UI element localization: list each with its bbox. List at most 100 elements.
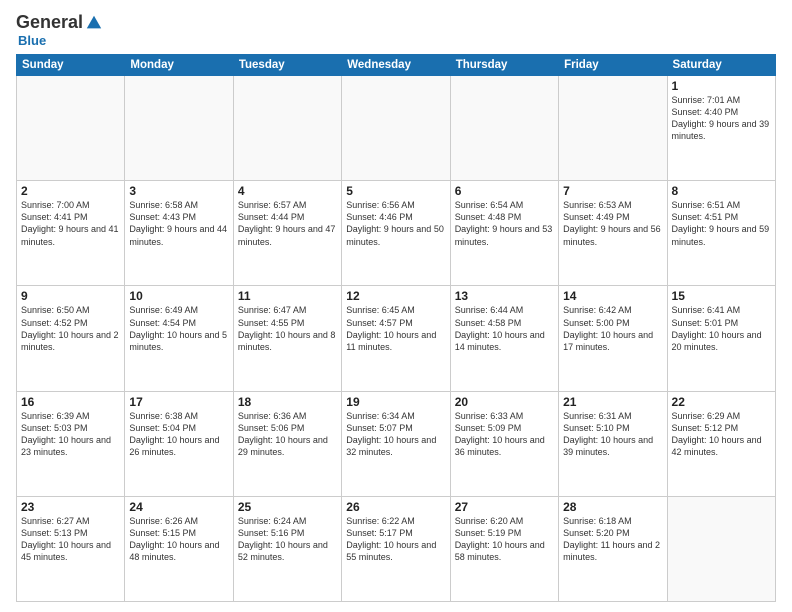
calendar-cell: 10Sunrise: 6:49 AM Sunset: 4:54 PM Dayli… xyxy=(125,286,233,391)
cell-text: Sunrise: 7:01 AM Sunset: 4:40 PM Dayligh… xyxy=(672,94,771,143)
calendar-cell: 19Sunrise: 6:34 AM Sunset: 5:07 PM Dayli… xyxy=(342,391,450,496)
day-number: 10 xyxy=(129,289,228,303)
calendar-cell: 17Sunrise: 6:38 AM Sunset: 5:04 PM Dayli… xyxy=(125,391,233,496)
calendar-cell: 13Sunrise: 6:44 AM Sunset: 4:58 PM Dayli… xyxy=(450,286,558,391)
cell-text: Sunrise: 6:56 AM Sunset: 4:46 PM Dayligh… xyxy=(346,199,445,248)
calendar-cell: 11Sunrise: 6:47 AM Sunset: 4:55 PM Dayli… xyxy=(233,286,341,391)
cell-text: Sunrise: 6:44 AM Sunset: 4:58 PM Dayligh… xyxy=(455,304,554,353)
calendar-week-row: 2Sunrise: 7:00 AM Sunset: 4:41 PM Daylig… xyxy=(17,181,776,286)
day-header-saturday: Saturday xyxy=(667,55,775,76)
calendar-cell: 6Sunrise: 6:54 AM Sunset: 4:48 PM Daylig… xyxy=(450,181,558,286)
calendar-cell: 23Sunrise: 6:27 AM Sunset: 5:13 PM Dayli… xyxy=(17,496,125,601)
cell-text: Sunrise: 6:22 AM Sunset: 5:17 PM Dayligh… xyxy=(346,515,445,564)
day-number: 26 xyxy=(346,500,445,514)
calendar-cell: 21Sunrise: 6:31 AM Sunset: 5:10 PM Dayli… xyxy=(559,391,667,496)
calendar-cell xyxy=(125,76,233,181)
day-number: 2 xyxy=(21,184,120,198)
calendar-cell: 2Sunrise: 7:00 AM Sunset: 4:41 PM Daylig… xyxy=(17,181,125,286)
header: General Blue xyxy=(16,12,776,48)
day-number: 16 xyxy=(21,395,120,409)
calendar-cell: 7Sunrise: 6:53 AM Sunset: 4:49 PM Daylig… xyxy=(559,181,667,286)
calendar-cell: 1Sunrise: 7:01 AM Sunset: 4:40 PM Daylig… xyxy=(667,76,775,181)
cell-text: Sunrise: 6:27 AM Sunset: 5:13 PM Dayligh… xyxy=(21,515,120,564)
calendar-week-row: 9Sunrise: 6:50 AM Sunset: 4:52 PM Daylig… xyxy=(17,286,776,391)
day-number: 24 xyxy=(129,500,228,514)
cell-text: Sunrise: 7:00 AM Sunset: 4:41 PM Dayligh… xyxy=(21,199,120,248)
cell-text: Sunrise: 6:42 AM Sunset: 5:00 PM Dayligh… xyxy=(563,304,662,353)
day-header-sunday: Sunday xyxy=(17,55,125,76)
calendar-table: SundayMondayTuesdayWednesdayThursdayFrid… xyxy=(16,54,776,602)
cell-text: Sunrise: 6:34 AM Sunset: 5:07 PM Dayligh… xyxy=(346,410,445,459)
calendar-cell: 5Sunrise: 6:56 AM Sunset: 4:46 PM Daylig… xyxy=(342,181,450,286)
calendar-cell: 28Sunrise: 6:18 AM Sunset: 5:20 PM Dayli… xyxy=(559,496,667,601)
calendar-cell: 16Sunrise: 6:39 AM Sunset: 5:03 PM Dayli… xyxy=(17,391,125,496)
day-number: 6 xyxy=(455,184,554,198)
logo: General Blue xyxy=(16,12,103,48)
cell-text: Sunrise: 6:24 AM Sunset: 5:16 PM Dayligh… xyxy=(238,515,337,564)
cell-text: Sunrise: 6:33 AM Sunset: 5:09 PM Dayligh… xyxy=(455,410,554,459)
calendar-cell: 26Sunrise: 6:22 AM Sunset: 5:17 PM Dayli… xyxy=(342,496,450,601)
calendar-cell: 18Sunrise: 6:36 AM Sunset: 5:06 PM Dayli… xyxy=(233,391,341,496)
day-number: 17 xyxy=(129,395,228,409)
day-header-monday: Monday xyxy=(125,55,233,76)
cell-text: Sunrise: 6:41 AM Sunset: 5:01 PM Dayligh… xyxy=(672,304,771,353)
day-number: 3 xyxy=(129,184,228,198)
day-number: 28 xyxy=(563,500,662,514)
cell-text: Sunrise: 6:54 AM Sunset: 4:48 PM Dayligh… xyxy=(455,199,554,248)
calendar-cell: 14Sunrise: 6:42 AM Sunset: 5:00 PM Dayli… xyxy=(559,286,667,391)
day-number: 8 xyxy=(672,184,771,198)
day-number: 27 xyxy=(455,500,554,514)
calendar-cell: 24Sunrise: 6:26 AM Sunset: 5:15 PM Dayli… xyxy=(125,496,233,601)
day-number: 13 xyxy=(455,289,554,303)
logo-blue-label: Blue xyxy=(18,33,46,48)
cell-text: Sunrise: 6:51 AM Sunset: 4:51 PM Dayligh… xyxy=(672,199,771,248)
cell-text: Sunrise: 6:39 AM Sunset: 5:03 PM Dayligh… xyxy=(21,410,120,459)
day-header-wednesday: Wednesday xyxy=(342,55,450,76)
day-number: 9 xyxy=(21,289,120,303)
cell-text: Sunrise: 6:36 AM Sunset: 5:06 PM Dayligh… xyxy=(238,410,337,459)
calendar-cell xyxy=(233,76,341,181)
day-header-thursday: Thursday xyxy=(450,55,558,76)
cell-text: Sunrise: 6:20 AM Sunset: 5:19 PM Dayligh… xyxy=(455,515,554,564)
calendar-cell: 12Sunrise: 6:45 AM Sunset: 4:57 PM Dayli… xyxy=(342,286,450,391)
calendar-header-row: SundayMondayTuesdayWednesdayThursdayFrid… xyxy=(17,55,776,76)
day-number: 18 xyxy=(238,395,337,409)
calendar-cell: 27Sunrise: 6:20 AM Sunset: 5:19 PM Dayli… xyxy=(450,496,558,601)
calendar-cell xyxy=(17,76,125,181)
cell-text: Sunrise: 6:49 AM Sunset: 4:54 PM Dayligh… xyxy=(129,304,228,353)
day-number: 25 xyxy=(238,500,337,514)
calendar-cell: 8Sunrise: 6:51 AM Sunset: 4:51 PM Daylig… xyxy=(667,181,775,286)
cell-text: Sunrise: 6:38 AM Sunset: 5:04 PM Dayligh… xyxy=(129,410,228,459)
cell-text: Sunrise: 6:31 AM Sunset: 5:10 PM Dayligh… xyxy=(563,410,662,459)
calendar-cell xyxy=(559,76,667,181)
day-header-tuesday: Tuesday xyxy=(233,55,341,76)
calendar-cell: 15Sunrise: 6:41 AM Sunset: 5:01 PM Dayli… xyxy=(667,286,775,391)
calendar-week-row: 16Sunrise: 6:39 AM Sunset: 5:03 PM Dayli… xyxy=(17,391,776,496)
day-number: 11 xyxy=(238,289,337,303)
cell-text: Sunrise: 6:50 AM Sunset: 4:52 PM Dayligh… xyxy=(21,304,120,353)
day-number: 4 xyxy=(238,184,337,198)
cell-text: Sunrise: 6:29 AM Sunset: 5:12 PM Dayligh… xyxy=(672,410,771,459)
calendar-cell xyxy=(342,76,450,181)
calendar-cell: 25Sunrise: 6:24 AM Sunset: 5:16 PM Dayli… xyxy=(233,496,341,601)
cell-text: Sunrise: 6:53 AM Sunset: 4:49 PM Dayligh… xyxy=(563,199,662,248)
calendar-cell: 22Sunrise: 6:29 AM Sunset: 5:12 PM Dayli… xyxy=(667,391,775,496)
page: General Blue SundayMondayTuesdayWednesda… xyxy=(0,0,792,612)
day-number: 22 xyxy=(672,395,771,409)
day-number: 12 xyxy=(346,289,445,303)
calendar-cell: 3Sunrise: 6:58 AM Sunset: 4:43 PM Daylig… xyxy=(125,181,233,286)
calendar-cell xyxy=(450,76,558,181)
calendar-cell xyxy=(667,496,775,601)
day-number: 5 xyxy=(346,184,445,198)
day-number: 14 xyxy=(563,289,662,303)
day-number: 1 xyxy=(672,79,771,93)
cell-text: Sunrise: 6:26 AM Sunset: 5:15 PM Dayligh… xyxy=(129,515,228,564)
logo-icon xyxy=(85,14,103,32)
calendar-cell: 4Sunrise: 6:57 AM Sunset: 4:44 PM Daylig… xyxy=(233,181,341,286)
calendar-week-row: 1Sunrise: 7:01 AM Sunset: 4:40 PM Daylig… xyxy=(17,76,776,181)
logo-general-text: General xyxy=(16,12,83,33)
day-number: 20 xyxy=(455,395,554,409)
cell-text: Sunrise: 6:45 AM Sunset: 4:57 PM Dayligh… xyxy=(346,304,445,353)
cell-text: Sunrise: 6:57 AM Sunset: 4:44 PM Dayligh… xyxy=(238,199,337,248)
day-number: 21 xyxy=(563,395,662,409)
